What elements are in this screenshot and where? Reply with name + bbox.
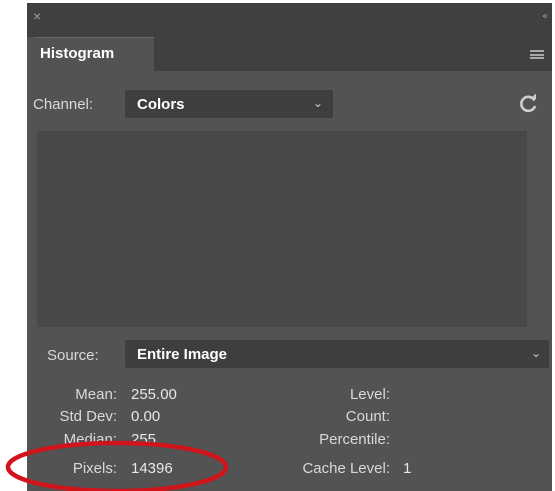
percentile-label: Percentile: bbox=[319, 431, 390, 448]
median-label: Median: bbox=[63, 431, 117, 448]
refresh-icon[interactable] bbox=[517, 93, 539, 115]
source-dropdown[interactable]: Entire Image ⌄ bbox=[125, 340, 549, 368]
mean-value: 255.00 bbox=[131, 386, 177, 403]
chevron-down-icon: ⌄ bbox=[530, 346, 541, 360]
channel-selected-value: Colors bbox=[137, 96, 185, 113]
median-value: 255 bbox=[131, 431, 157, 448]
channel-dropdown[interactable]: Colors ⌄ bbox=[125, 90, 333, 118]
tab-label: Histogram bbox=[40, 45, 115, 62]
std-dev-value: 0.00 bbox=[131, 408, 161, 425]
cache-level-value: 1 bbox=[403, 460, 412, 477]
std-dev-label: Std Dev: bbox=[59, 408, 117, 425]
chevron-down-icon: ⌄ bbox=[312, 96, 323, 110]
tab-strip bbox=[154, 37, 552, 71]
channel-label: Channel: bbox=[33, 96, 94, 113]
pixels-label: Pixels: bbox=[72, 460, 117, 477]
histogram-panel: × ‹‹ Histogram Channel: Colors ⌄ Source:… bbox=[27, 3, 552, 491]
count-label: Count: bbox=[345, 408, 390, 425]
mean-label: Mean: bbox=[75, 386, 117, 403]
panel-menu-icon[interactable] bbox=[530, 50, 544, 59]
source-selected-value: Entire Image bbox=[137, 346, 228, 363]
histogram-graph bbox=[37, 131, 527, 327]
source-label: Source: bbox=[47, 347, 99, 364]
cache-level-label: Cache Level: bbox=[302, 460, 390, 477]
panel-title-bar: × ‹‹ bbox=[27, 3, 552, 37]
close-icon[interactable]: × bbox=[33, 9, 47, 23]
level-label: Level: bbox=[349, 386, 390, 403]
collapse-panel-icon[interactable]: ‹‹ bbox=[542, 11, 548, 22]
pixels-value: 14396 bbox=[131, 460, 173, 477]
tab-histogram[interactable]: Histogram bbox=[34, 37, 154, 72]
